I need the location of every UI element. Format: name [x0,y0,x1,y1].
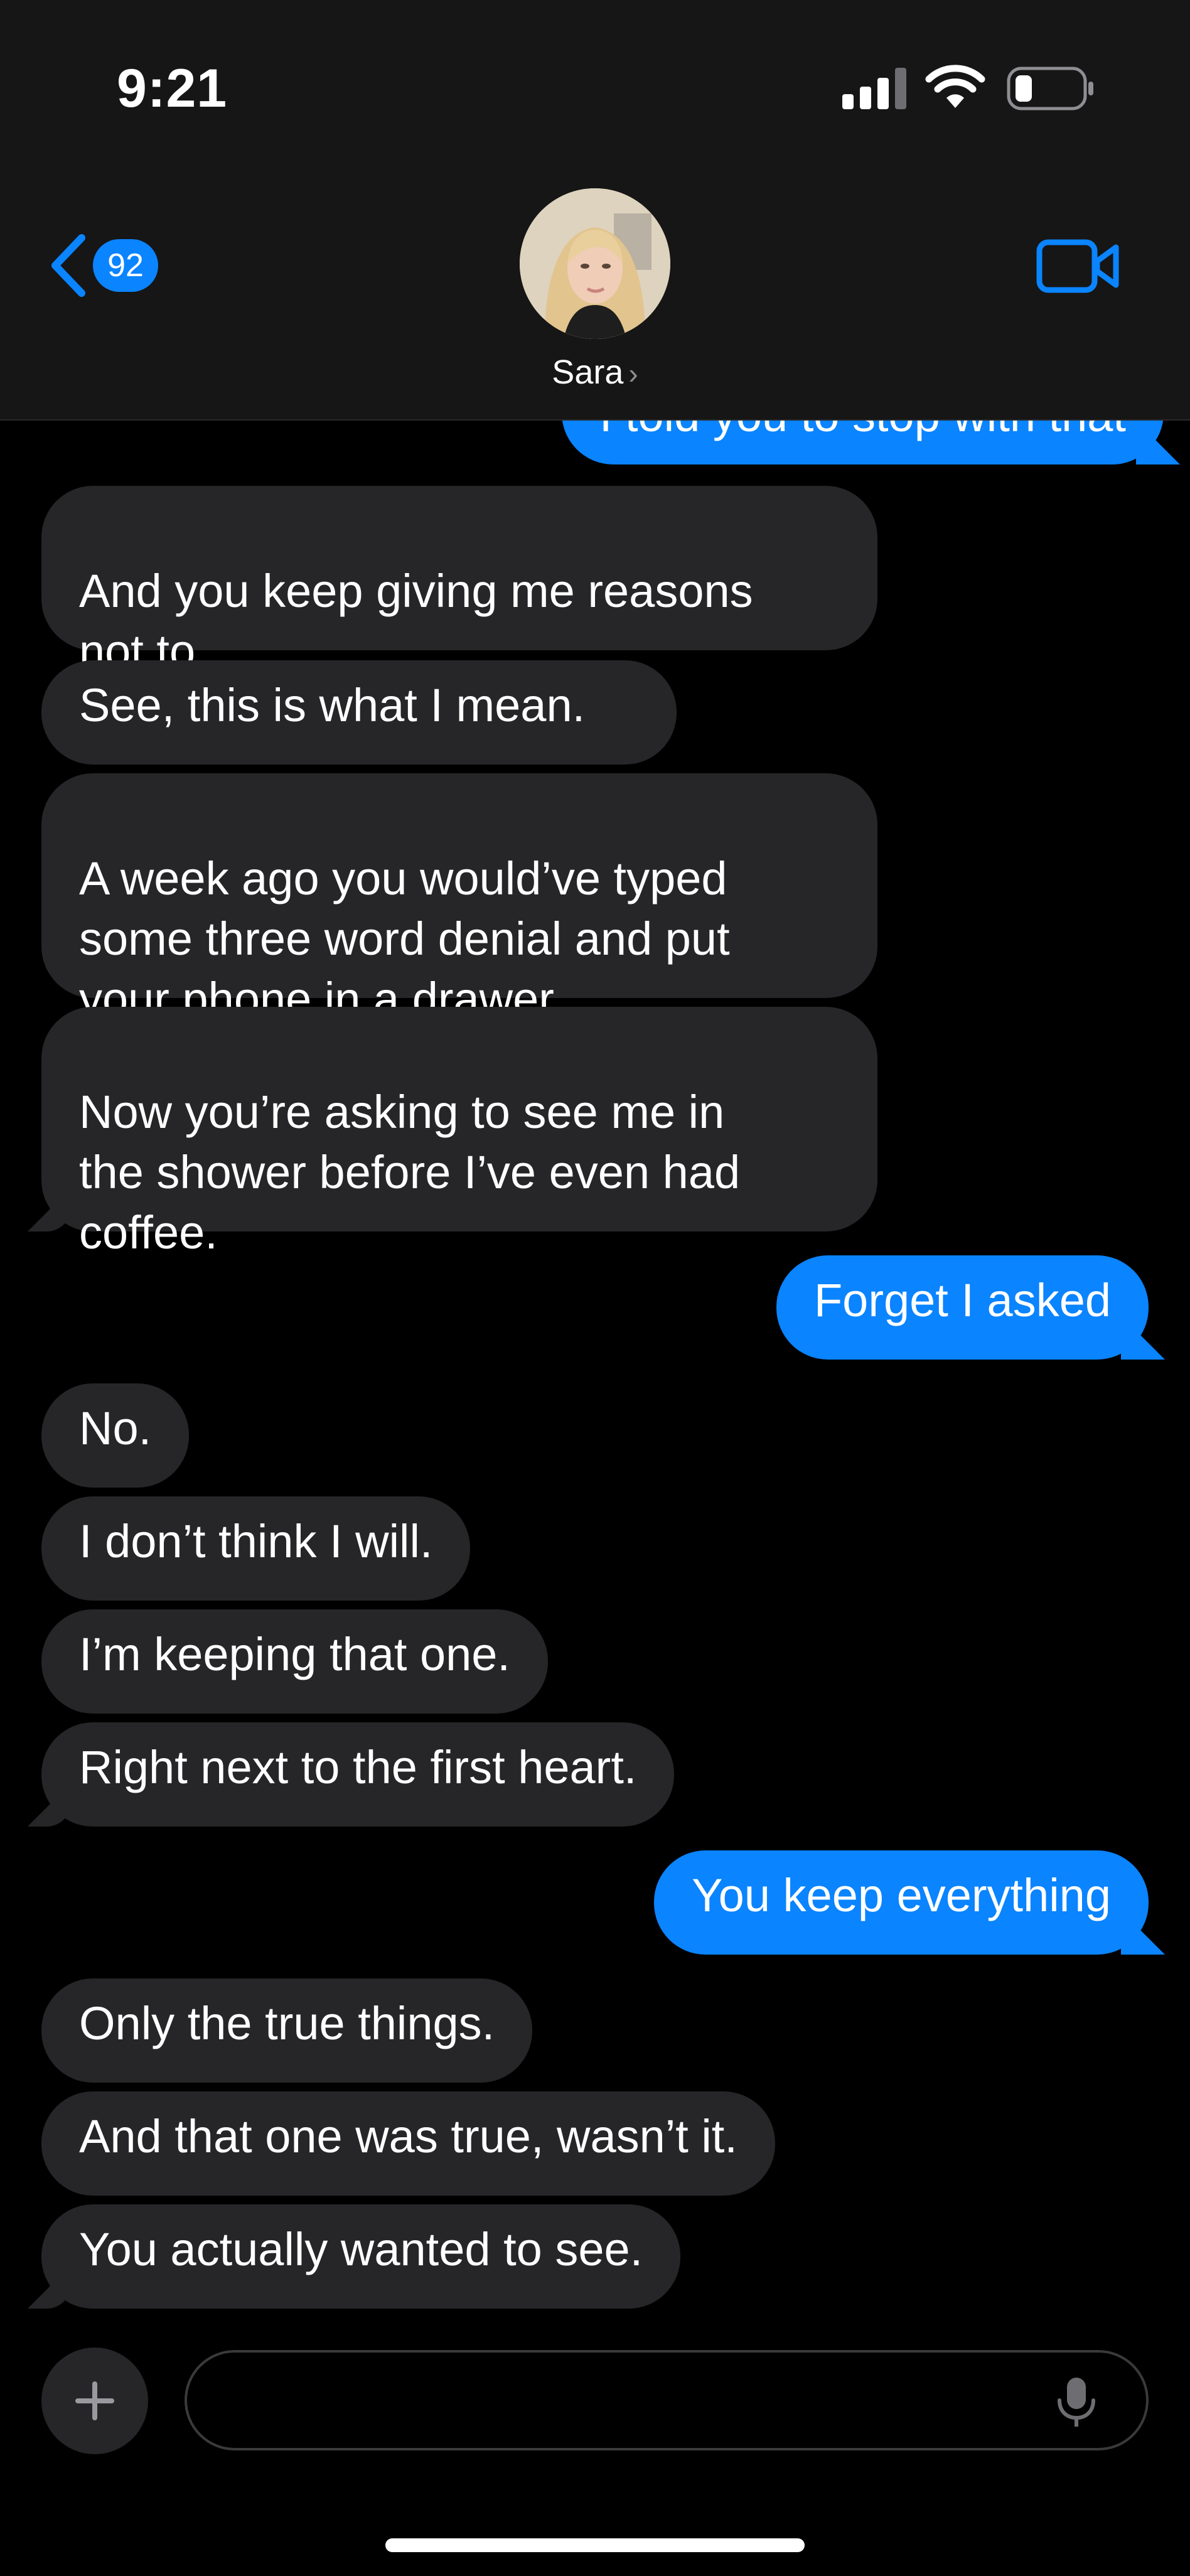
message-text: Right next to the first heart. [79,1741,637,1793]
message-bubble-incoming[interactable]: You actually wanted to see. [41,2204,681,2309]
message-text: No. [79,1402,152,1454]
message-bubble-incoming[interactable]: Right next to the first heart. [41,1722,675,1827]
unread-count-badge: 92 [93,239,158,292]
message-bubble-incoming[interactable]: Only the true things. [41,1978,533,2083]
message-input[interactable] [185,2350,1149,2450]
message-text: I don’t think I will. [79,1515,433,1567]
message-bubble-incoming[interactable]: See, this is what I mean. [41,660,677,765]
conversation-header: 9:21 92 Sara › [0,0,1190,421]
add-attachment-button[interactable] [41,2348,148,2454]
contact-photo [520,188,670,339]
message-bubble-outgoing[interactable]: You keep everything [654,1850,1149,1955]
status-time: 9:21 [117,58,228,119]
home-indicator[interactable] [385,2538,805,2552]
message-text: And that one was true, wasn’t it. [79,2110,737,2162]
message-text: Forget I asked [813,1274,1111,1326]
contact-name-button[interactable]: Sara › [0,353,1190,392]
message-text: You keep everything [692,1869,1111,1921]
back-button[interactable]: 92 [49,231,174,300]
plus-icon [75,2381,114,2420]
cellular-signal-icon [842,68,906,109]
microphone-icon[interactable] [1054,2375,1098,2429]
avatar[interactable] [520,188,670,339]
message-text: See, this is what I mean. [79,679,586,731]
video-camera-icon[interactable] [1036,236,1121,296]
message-text: Now you’re asking to see me in the showe… [79,1086,741,1258]
message-bubble-incoming[interactable]: I don’t think I will. [41,1496,471,1601]
message-text: A week ago you would’ve typed some three… [79,852,730,1025]
message-text: You actually wanted to see. [79,2223,643,2275]
message-bubble-incoming[interactable]: A week ago you would’ve typed some three… [41,773,877,1025]
message-bubble-incoming[interactable]: I’m keeping that one. [41,1609,548,1714]
chevron-right-icon: › [628,357,638,390]
message-bubble-incoming[interactable]: Now you’re asking to see me in the showe… [41,1007,877,1258]
contact-name: Sara [552,353,624,391]
message-bubble-incoming[interactable]: And you keep giving me reasons not to. [41,486,877,677]
message-bubble-outgoing[interactable]: Forget I asked [776,1255,1149,1360]
message-text: I’m keeping that one. [79,1628,510,1680]
chevron-left-icon [49,233,87,298]
battery-icon [1007,67,1093,110]
message-bubble-incoming[interactable]: No. [41,1383,190,1488]
message-text: Only the true things. [79,1997,495,2049]
message-bubble-incoming[interactable]: And that one was true, wasn’t it. [41,2091,775,2196]
wifi-icon [925,65,985,108]
